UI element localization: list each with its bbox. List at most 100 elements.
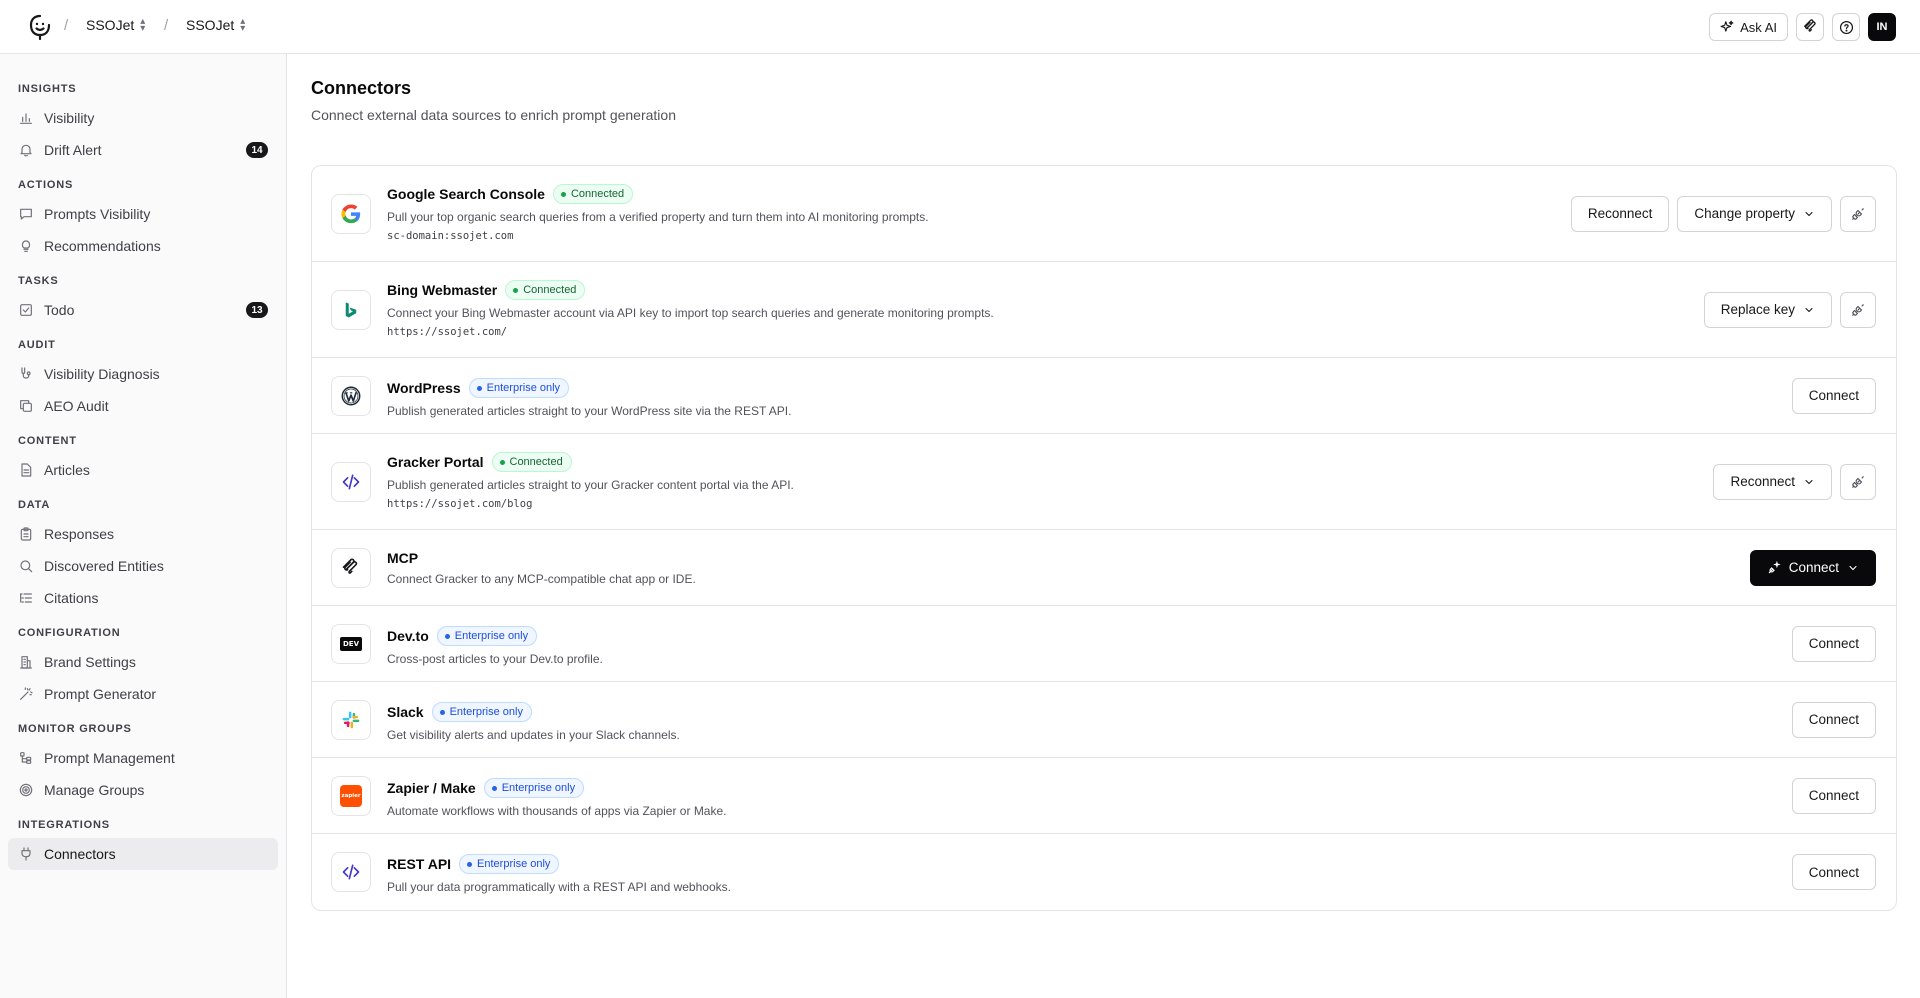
change-property-button[interactable]: Change property [1677, 195, 1832, 232]
connector-logo [331, 852, 371, 892]
copy-icon [20, 400, 32, 412]
status-label: Connected [570, 188, 625, 200]
connector-title: MCP [387, 550, 696, 566]
sidebar-item-label: Prompt Generator [44, 686, 157, 702]
connector-row-bing-webmaster: Bing Webmaster Connected Connect your Bi… [312, 262, 1896, 358]
button-label: Connect [1808, 388, 1859, 403]
connector-info: MCP Connect Gracker to any MCP-compatibl… [387, 550, 696, 586]
sidebar-item-responses[interactable]: Responses [8, 518, 278, 550]
connector-logo [331, 699, 371, 740]
list-icon [20, 593, 32, 603]
tree-icon [20, 752, 32, 764]
reconnect-button[interactable]: Reconnect [1713, 463, 1832, 500]
disconnect-button[interactable] [1840, 291, 1876, 328]
clipboard-icon [20, 527, 32, 541]
sidebar-section-data: DATA [18, 499, 51, 511]
unplug-icon [1852, 303, 1864, 316]
status-dot [439, 709, 445, 715]
sidebar-item-todo[interactable]: Todo 13 [8, 294, 278, 326]
connector-info: Bing Webmaster Connected Connect your Bi… [387, 280, 994, 338]
disconnect-button[interactable] [1840, 463, 1876, 500]
connector-title: Bing Webmaster Connected [387, 280, 994, 300]
connector-actions: Connect [1791, 701, 1876, 738]
connector-row-wordpress: WordPress Enterprise only Publish genera… [312, 358, 1896, 434]
chevron-down-icon [1805, 307, 1813, 312]
connector-description: Connect your Bing Webmaster account via … [387, 306, 994, 320]
sidebar-item-articles[interactable]: Articles [8, 454, 278, 486]
sidebar-item-prompt-generator[interactable]: Prompt Generator [8, 678, 278, 710]
sidebar-item-connectors[interactable]: Connectors [8, 838, 278, 870]
status-label: Enterprise only [501, 782, 576, 794]
connector-name: Slack [387, 704, 424, 720]
button-label: Connect [1808, 712, 1859, 727]
app-logo-icon[interactable] [28, 13, 52, 41]
sidebar-item-brand-settings[interactable]: Brand Settings [8, 646, 278, 678]
connector-target: https://ssojet.com/blog [387, 498, 533, 510]
status-dot [444, 633, 450, 639]
connector-info: Zapier / Make Enterprise only Automate w… [387, 778, 727, 818]
connector-name: MCP [387, 550, 419, 566]
sidebar-item-label: Articles [44, 462, 90, 478]
status-dot [491, 785, 497, 791]
message-icon [20, 208, 32, 220]
status-badge: Enterprise only [468, 378, 570, 398]
status-label: Connected [523, 284, 577, 296]
connector-actions: Replace key [1703, 291, 1876, 328]
connect-button[interactable]: Connect [1791, 625, 1876, 662]
sidebar-section-audit: AUDIT [18, 339, 56, 351]
search-icon [20, 560, 33, 573]
connector-logo [331, 193, 371, 234]
project-switcher[interactable]: SSOJet ▴ ▾ [186, 17, 245, 34]
connector-description: Pull your top organic search queries fro… [387, 210, 929, 224]
connect-button[interactable]: Connect [1791, 377, 1876, 414]
bar-chart-icon [20, 113, 32, 124]
mcp-top-button[interactable] [1796, 13, 1824, 41]
sidebar-item-prompts-visibility[interactable]: Prompts Visibility [8, 198, 278, 230]
replace-key-button[interactable]: Replace key [1703, 291, 1832, 328]
sidebar-item-prompt-management[interactable]: Prompt Management [8, 742, 278, 774]
connector-title: Zapier / Make Enterprise only [387, 778, 727, 798]
connector-list: Google Search Console Connected Pull you… [311, 165, 1897, 911]
page-title: Connectors [311, 78, 412, 98]
connector-logo [331, 375, 371, 416]
sidebar-item-recommendations[interactable]: Recommendations [8, 230, 278, 262]
plug-sparkle-icon [1768, 560, 1781, 573]
connector-title: REST API Enterprise only [387, 854, 731, 874]
disconnect-button[interactable] [1840, 195, 1876, 232]
connect-button[interactable]: Connect [1749, 549, 1876, 586]
connect-button[interactable]: Connect [1791, 701, 1876, 738]
page-subtitle: Connect external data sources to enrich … [311, 107, 676, 123]
sidebar-item-visibility-diagnosis[interactable]: Visibility Diagnosis [8, 358, 278, 390]
connector-logo [331, 461, 371, 502]
status-dot [467, 861, 473, 867]
sidebar-item-discovered-entities[interactable]: Discovered Entities [8, 550, 278, 582]
sidebar-item-label: Recommendations [44, 238, 161, 254]
reconnect-button[interactable]: Reconnect [1570, 195, 1670, 232]
sidebar-item-drift-alert[interactable]: Drift Alert 14 [8, 134, 278, 166]
connector-row-mcp: MCP Connect Gracker to any MCP-compatibl… [312, 530, 1896, 606]
sidebar-item-citations[interactable]: Citations [8, 582, 278, 614]
help-button[interactable] [1832, 13, 1860, 41]
status-dot [560, 191, 566, 197]
connect-button[interactable]: Connect [1791, 854, 1876, 890]
button-label: Reconnect [1587, 206, 1653, 221]
sidebar-item-manage-groups[interactable]: Manage Groups [8, 774, 278, 806]
org-switcher[interactable]: SSOJet ▴ ▾ [86, 17, 145, 34]
user-avatar[interactable]: IN [1868, 13, 1896, 41]
breadcrumb-separator: / [164, 17, 169, 34]
wordpress-icon [341, 386, 361, 405]
main-content: Connectors Connect external data sources… [287, 54, 1920, 998]
button-label: Change property [1694, 206, 1795, 221]
lightbulb-icon [21, 240, 31, 252]
ask-ai-button[interactable]: Ask AI [1709, 13, 1788, 41]
connector-description: Connect Gracker to any MCP-compatible ch… [387, 572, 696, 586]
top-bar: / SSOJet ▴ ▾ / SSOJet ▴ ▾ Ask AI IN [0, 0, 1920, 54]
sidebar-item-visibility[interactable]: Visibility [8, 102, 278, 134]
status-badge: Enterprise only [459, 854, 560, 874]
connect-button[interactable]: Connect [1791, 777, 1876, 814]
sidebar-item-label: Brand Settings [44, 654, 136, 670]
status-badge: Connected [491, 452, 572, 472]
mcp-icon [342, 558, 358, 574]
sidebar-item-aeo-audit[interactable]: AEO Audit [8, 390, 278, 422]
unplug-icon [1852, 475, 1864, 488]
